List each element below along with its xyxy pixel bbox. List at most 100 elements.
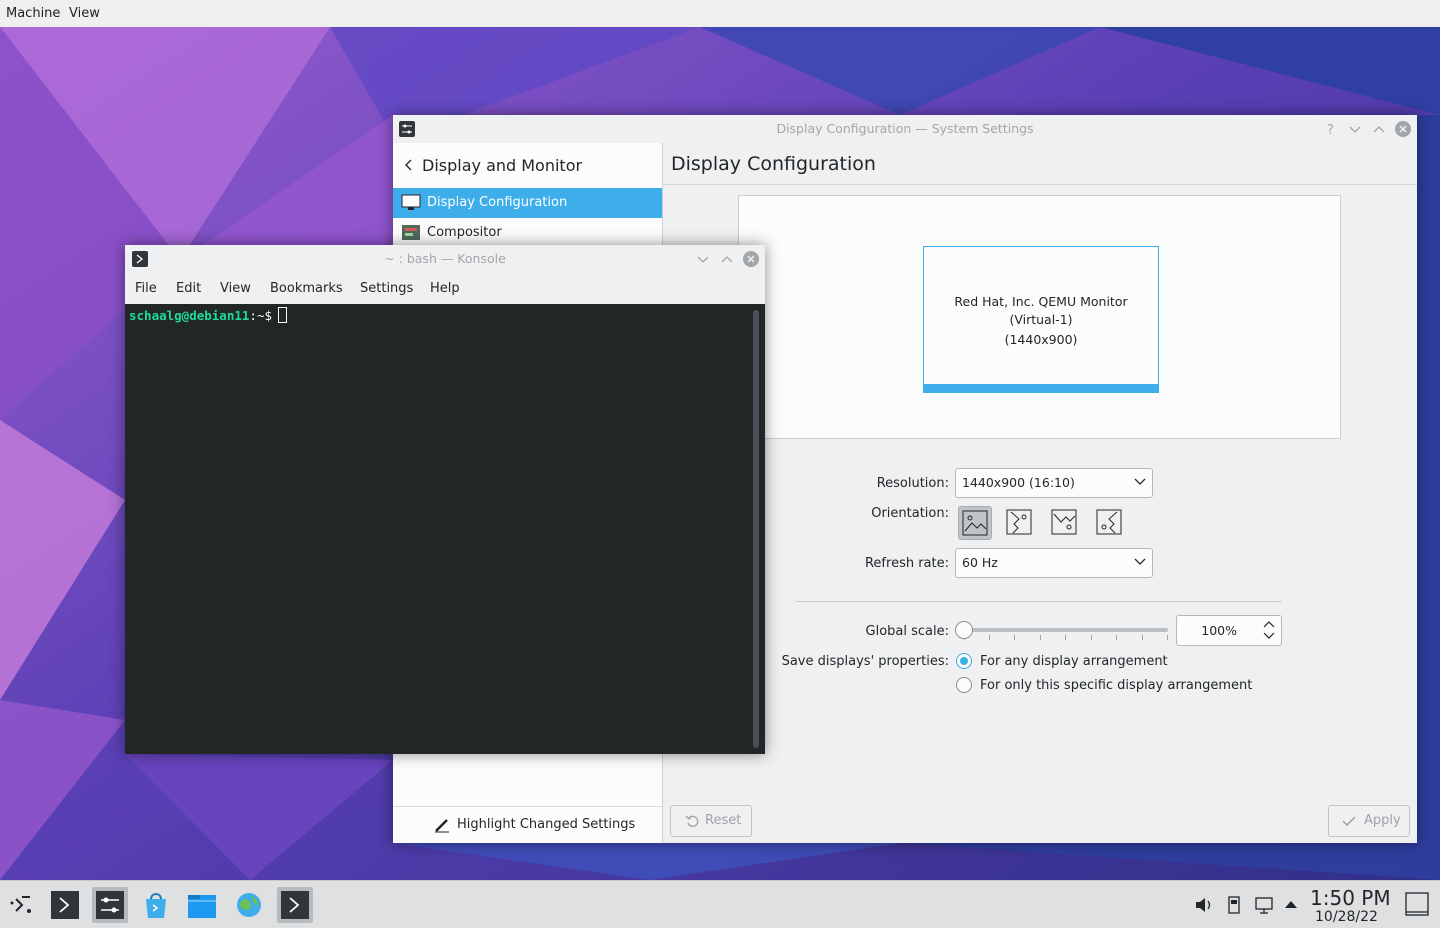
minimize-icon[interactable]: [694, 250, 712, 268]
usb-icon[interactable]: [1226, 895, 1242, 915]
slider-tick: [1091, 635, 1092, 640]
radio-specific-arrangement[interactable]: [956, 677, 972, 693]
prompt-path: :~$: [249, 308, 272, 323]
radio-any-arrangement-label[interactable]: For any display arrangement: [980, 654, 1168, 669]
clock-date[interactable]: 10/28/22: [1315, 909, 1378, 925]
orientation-inverted-button[interactable]: [1048, 506, 1080, 538]
prompt-user: schaalg@debian11: [129, 308, 250, 323]
header-divider: [663, 184, 1417, 185]
apply-button[interactable]: Apply: [1328, 805, 1410, 837]
konsole-window: ~ : bash — Konsole File Edit View Bookma…: [125, 245, 765, 754]
slider-tick: [1014, 635, 1015, 640]
dolphin-icon[interactable]: [184, 887, 220, 923]
page-title: Display Configuration: [671, 153, 876, 175]
chevron-down-icon: [1134, 478, 1146, 485]
help-icon[interactable]: ?: [1322, 120, 1340, 138]
menu-file[interactable]: File: [135, 281, 157, 296]
sidebar-item-compositor[interactable]: Compositor: [393, 218, 662, 248]
radio-any-arrangement[interactable]: [956, 653, 972, 669]
pencil-icon: [435, 819, 449, 833]
browser-icon[interactable]: [231, 887, 267, 923]
sidebar-header-label: Display and Monitor: [422, 156, 583, 175]
slider-tick: [1040, 635, 1041, 640]
settings-window-title: Display Configuration — System Settings: [776, 121, 1034, 136]
shell-prompt: schaalg@debian11:~$: [129, 307, 287, 323]
konsole-task-icon[interactable]: [47, 887, 83, 923]
clock-time[interactable]: 1:50 PM: [1310, 886, 1391, 910]
konsole-window-title: ~ : bash — Konsole: [384, 251, 506, 266]
terminal-area[interactable]: schaalg@debian11:~$: [125, 304, 765, 754]
text-cursor: [278, 307, 287, 323]
portrait-icon: [1006, 509, 1032, 535]
apply-label: Apply: [1364, 813, 1401, 828]
menu-settings[interactable]: Settings: [360, 281, 413, 296]
minimize-icon[interactable]: [1346, 120, 1364, 138]
global-scale-label: Global scale:: [865, 624, 949, 639]
slider-tick: [1167, 635, 1168, 640]
sidebar-item-label: Display Configuration: [427, 195, 568, 210]
vm-menu-machine[interactable]: Machine: [6, 6, 60, 21]
reset-label: Reset: [705, 813, 742, 828]
global-scale-spinbox[interactable]: 100%: [1176, 615, 1282, 646]
reset-button[interactable]: Reset: [670, 805, 752, 837]
orientation-landscape-button[interactable]: [958, 506, 992, 540]
chevron-left-icon[interactable]: [403, 157, 413, 173]
slider-tick: [1065, 635, 1066, 640]
monitor-tile[interactable]: Red Hat, Inc. QEMU Monitor (Virtual-1) (…: [923, 246, 1159, 393]
save-properties-label: Save displays' properties:: [781, 654, 949, 669]
vm-menubar: Machine View: [0, 0, 1440, 27]
maximize-icon[interactable]: [1370, 120, 1388, 138]
radio-specific-arrangement-label[interactable]: For only this specific display arrangeme…: [980, 678, 1252, 693]
network-icon[interactable]: [1254, 895, 1274, 915]
highlight-changed-settings-button[interactable]: Highlight Changed Settings: [393, 806, 662, 843]
global-scale-slider-track[interactable]: [964, 628, 1168, 632]
settings-titlebar[interactable]: Display Configuration — System Settings …: [393, 115, 1417, 143]
orientation-label: Orientation:: [871, 506, 949, 521]
sidebar-item-display-configuration[interactable]: Display Configuration: [393, 188, 662, 218]
chevron-down-icon: [1134, 558, 1146, 565]
refresh-rate-value: 60 Hz: [962, 555, 998, 570]
konsole-titlebar[interactable]: ~ : bash — Konsole: [125, 245, 765, 273]
checkmark-icon: [1342, 816, 1356, 827]
konsole-task-icon-active[interactable]: [277, 887, 313, 923]
menu-view[interactable]: View: [220, 281, 251, 296]
menu-bookmarks[interactable]: Bookmarks: [270, 281, 343, 296]
konsole-menubar: File Edit View Bookmarks Settings Help: [125, 273, 765, 304]
maximize-icon[interactable]: [718, 250, 736, 268]
section-divider: [796, 601, 1282, 602]
volume-icon[interactable]: [1194, 895, 1214, 915]
system-settings-task-icon[interactable]: [92, 887, 128, 923]
spin-arrows-icon[interactable]: [1263, 620, 1275, 640]
global-scale-slider-handle[interactable]: [955, 621, 973, 639]
launcher-icon[interactable]: [4, 887, 40, 923]
refresh-rate-combobox[interactable]: 60 Hz: [955, 548, 1153, 578]
vm-menu-view[interactable]: View: [69, 6, 100, 21]
slider-tick: [1116, 635, 1117, 640]
orientation-inverted-portrait-button[interactable]: [1093, 506, 1125, 538]
discover-icon[interactable]: [138, 887, 174, 923]
terminal-scrollbar[interactable]: [753, 310, 759, 748]
monitor-resolution: (1440x900): [1004, 332, 1078, 347]
slider-tick: [989, 635, 990, 640]
display-arrangement-preview: Red Hat, Inc. QEMU Monitor (Virtual-1) (…: [738, 195, 1341, 439]
menu-edit[interactable]: Edit: [176, 281, 201, 296]
resolution-label: Resolution:: [876, 476, 949, 491]
highlight-changed-settings-label: Highlight Changed Settings: [457, 817, 636, 832]
close-icon[interactable]: [742, 250, 760, 268]
landscape-icon: [962, 510, 988, 536]
close-icon[interactable]: [1394, 120, 1412, 138]
refresh-rate-label: Refresh rate:: [864, 556, 949, 571]
monitor-name-line2: (Virtual-1): [1009, 312, 1073, 327]
compositor-icon: [402, 225, 420, 240]
arrow-up-icon[interactable]: [1283, 898, 1299, 910]
show-desktop-icon[interactable]: [1405, 892, 1429, 916]
monitor-selected-bar: [924, 384, 1158, 392]
monitor-name-line1: Red Hat, Inc. QEMU Monitor: [954, 294, 1128, 309]
resolution-combobox[interactable]: 1440x900 (16:10): [955, 468, 1153, 498]
orientation-portrait-button[interactable]: [1003, 506, 1035, 538]
display-configuration-panel: Display Configuration Red Hat, Inc. QEMU…: [663, 143, 1417, 843]
menu-help[interactable]: Help: [430, 281, 460, 296]
sidebar-item-label: Compositor: [427, 225, 502, 240]
slider-tick: [1142, 635, 1143, 640]
sidebar-back-header[interactable]: Display and Monitor: [393, 143, 662, 187]
